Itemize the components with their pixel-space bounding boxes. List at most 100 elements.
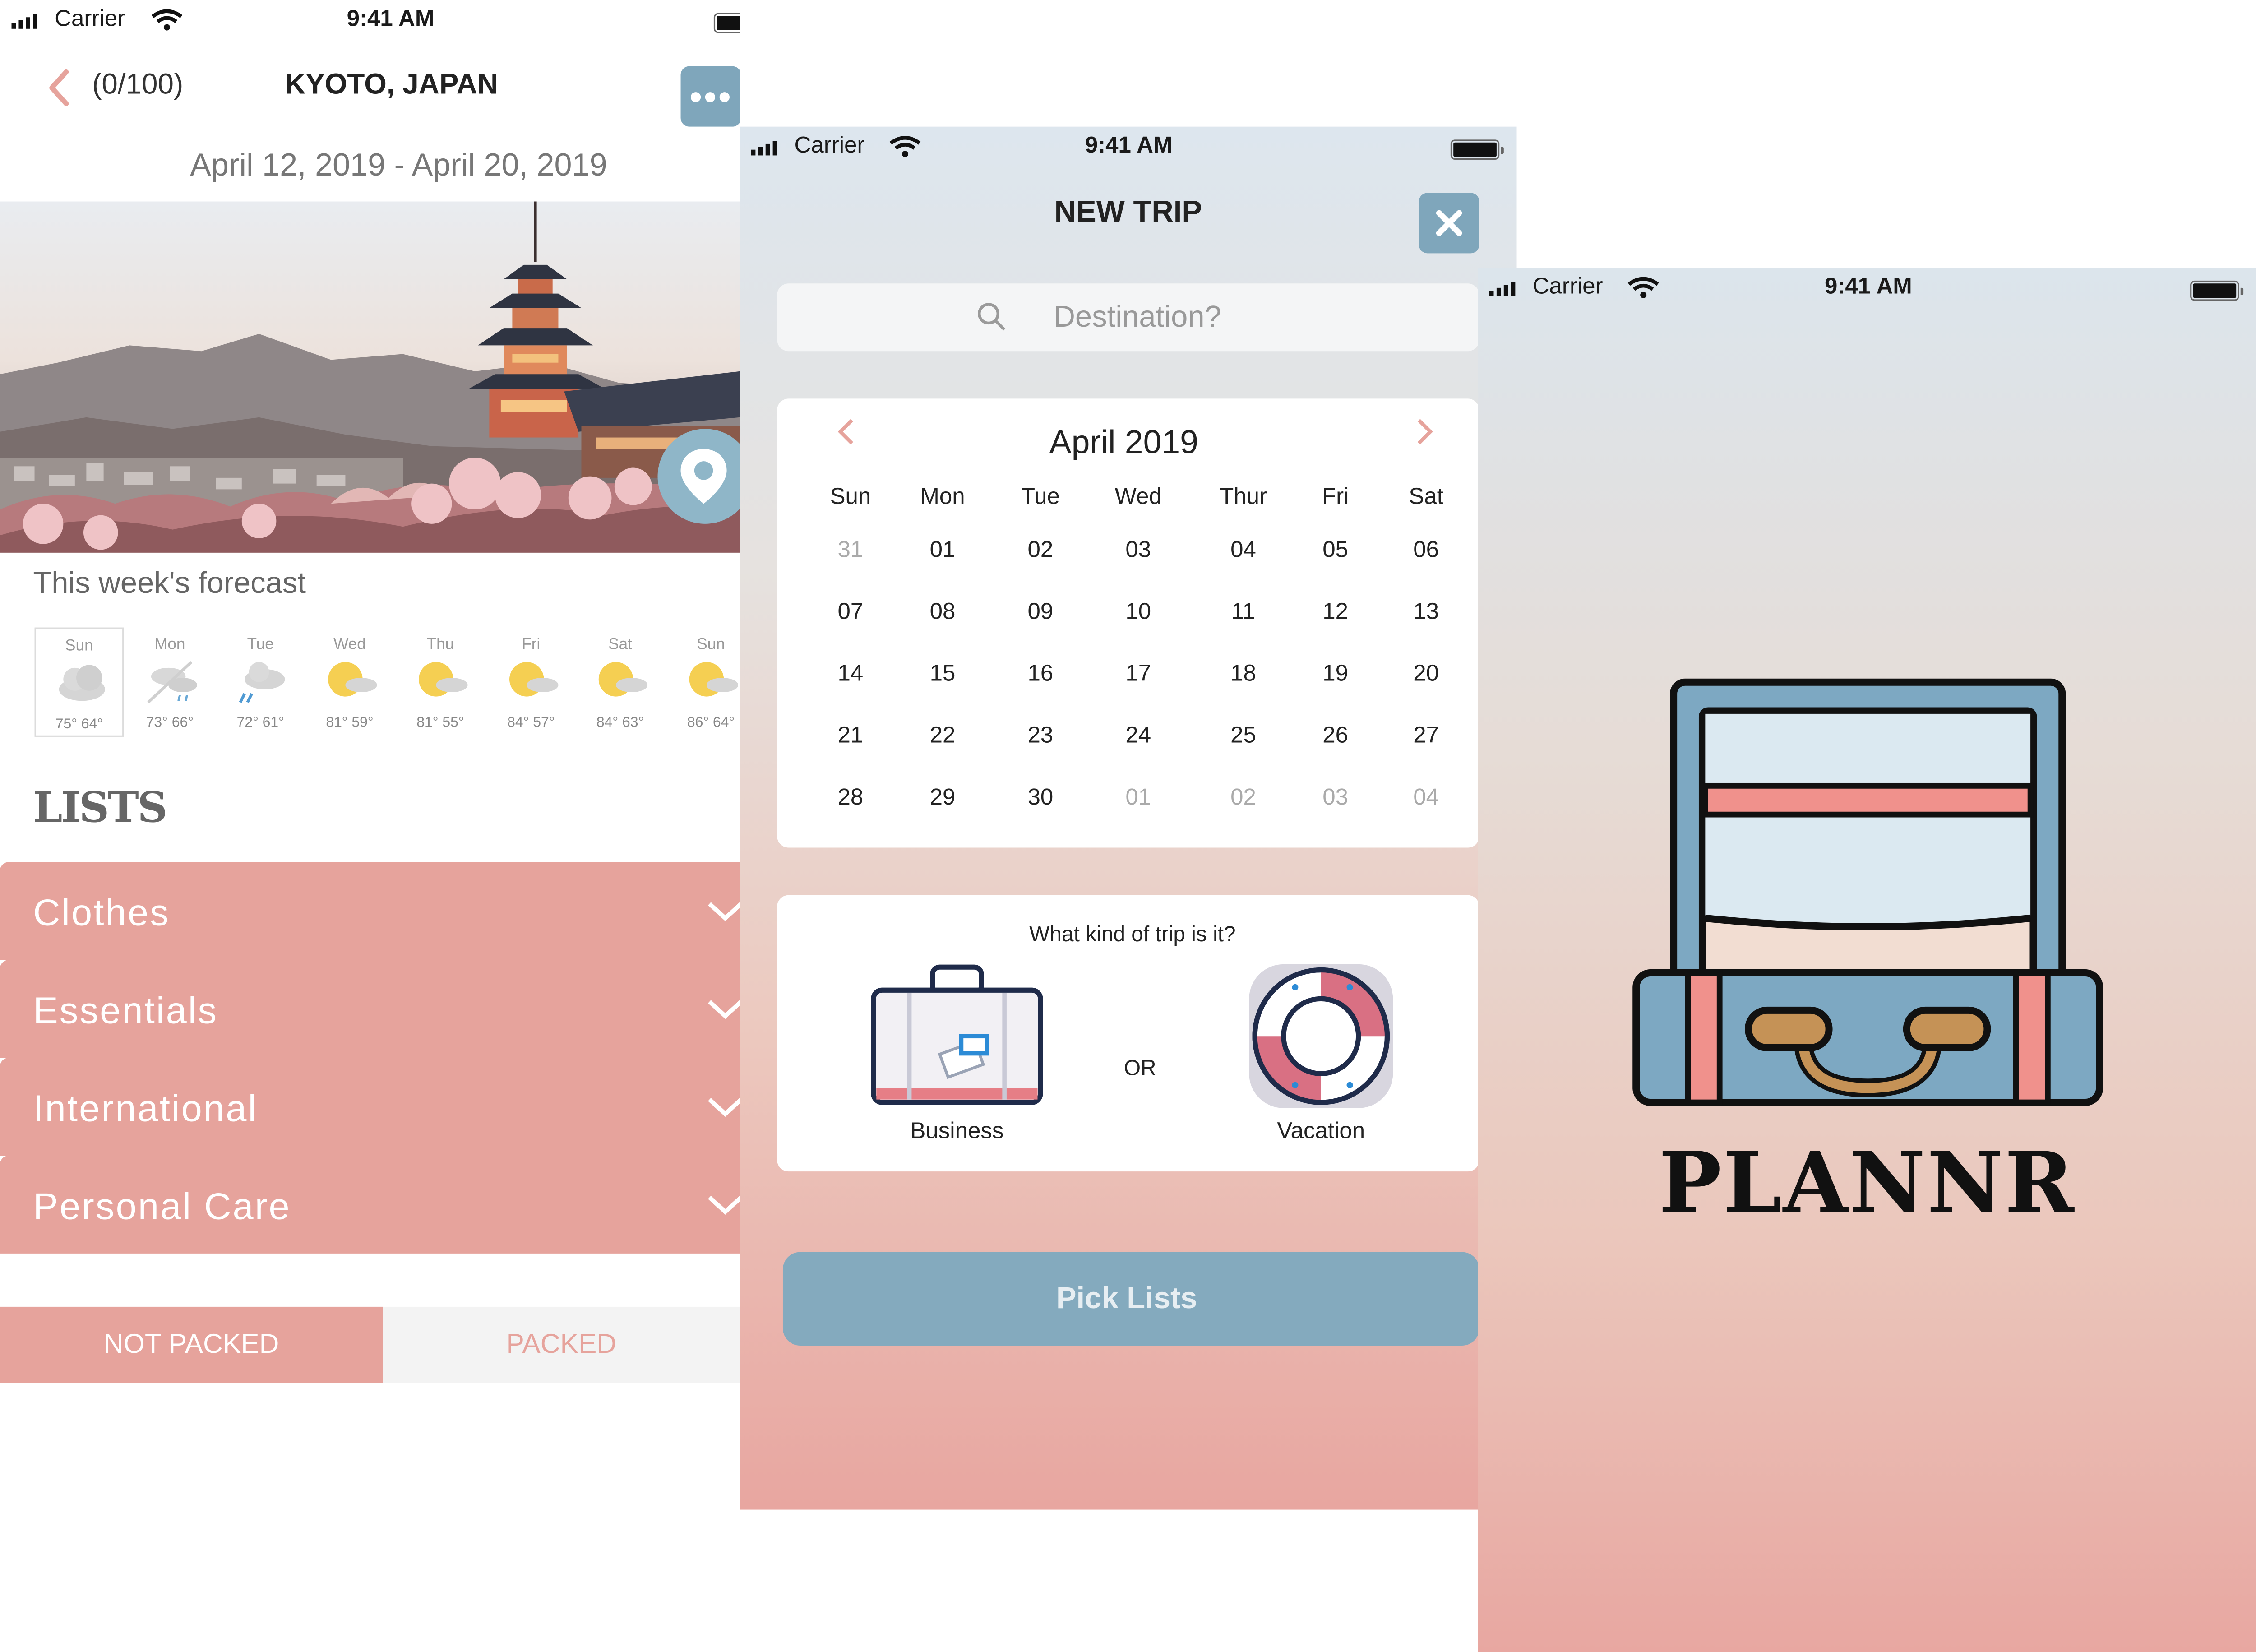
calendar-day[interactable]: 17 bbox=[1125, 662, 1151, 688]
calendar-day[interactable]: 18 bbox=[1230, 662, 1256, 688]
business-label: Business bbox=[910, 1120, 1004, 1144]
calendar-day[interactable]: 24 bbox=[1125, 724, 1151, 750]
calendar-day[interactable]: 13 bbox=[1413, 600, 1439, 626]
close-icon bbox=[1436, 210, 1462, 236]
calendar-day[interactable]: 27 bbox=[1413, 724, 1439, 750]
battery-icon bbox=[1450, 139, 1504, 160]
calendar-day[interactable]: 22 bbox=[930, 724, 956, 750]
close-button[interactable] bbox=[1419, 193, 1479, 254]
calendar-day[interactable]: 04 bbox=[1230, 538, 1256, 564]
rain-icon bbox=[239, 662, 285, 703]
forecast-day: Sun 75° 64° bbox=[34, 627, 124, 737]
signal-icon bbox=[751, 141, 777, 156]
list-item-international[interactable]: International bbox=[0, 1058, 740, 1156]
calendar-day[interactable]: 03 bbox=[1322, 786, 1348, 811]
suitcase-logo-icon bbox=[1632, 678, 2103, 1106]
location-pin-icon bbox=[680, 449, 727, 504]
trip-kind-card: What kind of trip is it? OR Business Vac… bbox=[777, 895, 1479, 1172]
trip-kind-question: What kind of trip is it? bbox=[1029, 922, 1236, 947]
back-arrow-icon[interactable] bbox=[40, 63, 78, 112]
pick-lists-button[interactable]: Pick Lists bbox=[782, 1252, 1479, 1346]
business-briefcase-icon[interactable] bbox=[869, 964, 1047, 1108]
weekday-label: Wed bbox=[1114, 485, 1162, 510]
wifi-icon bbox=[889, 136, 921, 157]
carrier-label: Carrier bbox=[1532, 275, 1603, 300]
new-trip-screen: Carrier 9:41 AM NEW TRIP Destination? Ap… bbox=[740, 126, 1517, 1510]
more-options-button[interactable] bbox=[680, 66, 740, 127]
destination-search[interactable]: Destination? bbox=[777, 283, 1479, 352]
calendar-day[interactable]: 03 bbox=[1125, 538, 1151, 564]
calendar-month: April 2019 bbox=[1049, 423, 1198, 461]
battery-icon bbox=[2190, 280, 2244, 301]
partly-sunny-icon bbox=[598, 662, 648, 697]
calendar-day[interactable]: 02 bbox=[1027, 538, 1053, 564]
calendar-day[interactable]: 23 bbox=[1027, 724, 1053, 750]
map-button[interactable] bbox=[657, 429, 740, 524]
weekday-label: Sun bbox=[830, 485, 871, 510]
tab-not-packed[interactable]: NOT PACKED bbox=[0, 1306, 383, 1383]
carrier-label: Carrier bbox=[794, 134, 865, 158]
calendar-day[interactable]: 28 bbox=[837, 786, 863, 811]
wifi-icon bbox=[1627, 277, 1659, 298]
packed-count: (0/100) bbox=[92, 69, 184, 101]
status-bar: Carrier 9:41 AM bbox=[0, 0, 740, 43]
tab-packed[interactable]: PACKED bbox=[383, 1306, 740, 1383]
calendar-day[interactable]: 07 bbox=[837, 600, 863, 626]
rain-icon bbox=[147, 661, 197, 703]
calendar-day[interactable]: 25 bbox=[1230, 724, 1256, 750]
vacation-lifebuoy-icon[interactable] bbox=[1246, 961, 1396, 1111]
calendar-day[interactable]: 11 bbox=[1231, 600, 1255, 626]
calendar-day[interactable]: 29 bbox=[930, 786, 956, 811]
list-item-clothes[interactable]: Clothes bbox=[0, 862, 740, 960]
calendar-day[interactable]: 21 bbox=[837, 724, 863, 750]
trip-title: KYOTO, JAPAN bbox=[285, 69, 498, 101]
partly-sunny-icon bbox=[509, 662, 559, 697]
signal-icon bbox=[11, 14, 37, 29]
calendar-day[interactable]: 10 bbox=[1125, 600, 1151, 626]
signal-icon bbox=[1489, 282, 1516, 296]
cloudy-icon bbox=[59, 665, 105, 701]
or-label: OR bbox=[1123, 1056, 1156, 1081]
calendar-day[interactable]: 20 bbox=[1413, 662, 1439, 688]
calendar-day[interactable]: 08 bbox=[930, 600, 956, 626]
forecast-day: Sat 84° 63° bbox=[576, 628, 665, 737]
calendar-day[interactable]: 16 bbox=[1027, 662, 1053, 688]
calendar-day[interactable]: 30 bbox=[1027, 786, 1053, 811]
weekday-label: Sat bbox=[1409, 485, 1443, 510]
calendar-day[interactable]: 09 bbox=[1027, 600, 1053, 626]
calendar-day[interactable]: 15 bbox=[930, 662, 956, 688]
more-dots-icon bbox=[690, 92, 701, 102]
search-icon bbox=[978, 303, 1006, 331]
vacation-label: Vacation bbox=[1277, 1120, 1365, 1144]
calendar-day[interactable]: 06 bbox=[1413, 538, 1439, 564]
weekday-label: Thur bbox=[1220, 485, 1267, 510]
trip-dates: April 12, 2019 - April 20, 2019 bbox=[190, 147, 607, 183]
list-item-personal-care[interactable]: Personal Care bbox=[0, 1156, 740, 1254]
calendar-day[interactable]: 04 bbox=[1413, 786, 1439, 811]
calendar-day[interactable]: 14 bbox=[837, 662, 863, 688]
next-month-icon[interactable] bbox=[1413, 416, 1436, 448]
partly-sunny-icon bbox=[419, 662, 468, 697]
trip-detail-screen: Carrier 9:41 AM (0/100) KYOTO, JAPAN Apr… bbox=[0, 0, 740, 1652]
page-title: NEW TRIP bbox=[1054, 195, 1202, 229]
calendar-day[interactable]: 12 bbox=[1322, 600, 1348, 626]
calendar-day[interactable]: 02 bbox=[1230, 786, 1256, 811]
clock: 9:41 AM bbox=[347, 7, 435, 32]
calendar-day[interactable]: 01 bbox=[1125, 786, 1151, 811]
clock: 9:41 AM bbox=[1825, 275, 1912, 300]
forecast-title: This week's forecast bbox=[33, 567, 306, 600]
battery-icon bbox=[713, 13, 740, 33]
weekday-label: Mon bbox=[920, 485, 965, 510]
calendar-day[interactable]: 01 bbox=[930, 538, 956, 564]
calendar-day[interactable]: 26 bbox=[1322, 724, 1348, 750]
calendar-day[interactable]: 05 bbox=[1322, 538, 1348, 564]
list-item-essentials[interactable]: Essentials bbox=[0, 960, 740, 1058]
partly-sunny-icon bbox=[689, 662, 739, 697]
calendar-day[interactable]: 31 bbox=[837, 538, 863, 564]
forecast-day: Wed 81° 59° bbox=[305, 628, 394, 737]
chevron-down-icon bbox=[708, 1000, 740, 1019]
carrier-label: Carrier bbox=[55, 7, 125, 32]
lists-heading: LISTS bbox=[33, 782, 167, 832]
wifi-icon bbox=[151, 9, 183, 31]
calendar-day[interactable]: 19 bbox=[1322, 662, 1348, 688]
